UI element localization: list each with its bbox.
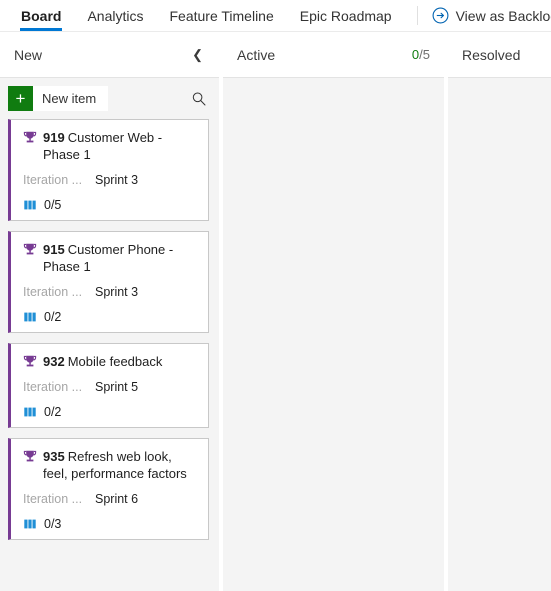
trophy-icon xyxy=(23,242,37,256)
card-title-row: 932 Mobile feedback xyxy=(23,353,198,370)
column-body-active[interactable] xyxy=(223,77,444,591)
column-title-active: Active xyxy=(237,46,276,63)
card-meta-value: Sprint 6 xyxy=(95,492,139,506)
tab-epic-roadmap-label: Epic Roadmap xyxy=(299,7,392,24)
story-book-icon xyxy=(23,198,37,212)
card-title-row: 919 Customer Web - Phase 1 xyxy=(23,129,198,163)
card-title-row: 935 Refresh web look, feel, performance f… xyxy=(23,448,198,482)
card-meta-row: Iteration ... Sprint 5 xyxy=(23,380,198,394)
column-body-new: + New item 919 Customer Web - Phase 1 It… xyxy=(0,77,219,591)
card-id: 919 xyxy=(43,130,65,145)
card-text: 932 Mobile feedback xyxy=(43,353,162,370)
tab-board[interactable]: Board xyxy=(8,0,74,31)
card-meta-row: Iteration ... Sprint 3 xyxy=(23,285,198,299)
card-footer: 0/5 xyxy=(23,198,198,212)
top-tab-bar: Board Analytics Feature Timeline Epic Ro… xyxy=(0,0,551,32)
card-text: 915 Customer Phone - Phase 1 xyxy=(43,241,198,275)
card-title: Mobile feedback xyxy=(67,354,163,369)
card-id: 915 xyxy=(43,242,65,257)
view-as-backlog-label: View as Backlog xyxy=(455,7,551,24)
column-wip-limit: /5 xyxy=(419,47,430,62)
card-meta-label: Iteration ... xyxy=(23,380,83,394)
column-wip-count: 0/5 xyxy=(412,47,430,62)
new-item-button[interactable]: + New item xyxy=(8,86,109,111)
card-meta-value: Sprint 3 xyxy=(95,173,139,187)
card-text: 919 Customer Web - Phase 1 xyxy=(43,129,198,163)
card-meta-value: Sprint 5 xyxy=(95,380,139,394)
board-card[interactable]: 932 Mobile feedback Iteration ... Sprint … xyxy=(8,343,209,428)
card-id: 932 xyxy=(43,354,65,369)
card-meta-label: Iteration ... xyxy=(23,285,83,299)
board-column-resolved: Resolved xyxy=(448,32,551,591)
tab-board-label: Board xyxy=(21,7,62,24)
card-child-count: 0/2 xyxy=(44,310,62,324)
view-as-backlog-button[interactable]: View as Backlog xyxy=(432,0,551,31)
story-book-icon xyxy=(23,310,37,324)
card-meta-row: Iteration ... Sprint 6 xyxy=(23,492,198,506)
tab-feature-timeline[interactable]: Feature Timeline xyxy=(156,0,286,31)
card-meta-row: Iteration ... Sprint 3 xyxy=(23,173,198,187)
card-id: 935 xyxy=(43,449,65,464)
trophy-icon xyxy=(23,130,37,144)
card-text: 935 Refresh web look, feel, performance f… xyxy=(43,448,198,482)
card-footer: 0/2 xyxy=(23,310,198,324)
card-child-count: 0/2 xyxy=(44,405,62,419)
board-card[interactable]: 935 Refresh web look, feel, performance f… xyxy=(8,438,209,540)
trophy-icon xyxy=(23,354,37,368)
kanban-board: New ❮ + New item 919 Customer Web - Phas… xyxy=(0,32,551,591)
column-body-resolved[interactable] xyxy=(448,77,551,591)
tab-analytics-label: Analytics xyxy=(87,7,144,24)
column-title-new: New xyxy=(14,46,43,63)
tab-analytics[interactable]: Analytics xyxy=(74,0,156,31)
board-card[interactable]: 915 Customer Phone - Phase 1 Iteration ..… xyxy=(8,231,209,333)
board-card[interactable]: 919 Customer Web - Phase 1 Iteration ... … xyxy=(8,119,209,221)
toolbar-divider xyxy=(416,6,418,25)
card-meta-label: Iteration ... xyxy=(23,173,83,187)
card-footer: 0/3 xyxy=(23,517,198,531)
story-book-icon xyxy=(23,517,37,531)
column-title-resolved: Resolved xyxy=(462,46,521,63)
search-icon[interactable] xyxy=(191,91,207,107)
board-column-new: New ❮ + New item 919 Customer Web - Phas… xyxy=(0,32,219,591)
column-header-new: New ❮ xyxy=(0,32,219,77)
trophy-icon xyxy=(23,449,37,463)
card-meta-value: Sprint 3 xyxy=(95,285,139,299)
card-footer: 0/2 xyxy=(23,405,198,419)
card-child-count: 0/3 xyxy=(44,517,62,531)
story-book-icon xyxy=(23,405,37,419)
new-column-toolbar: + New item xyxy=(0,78,219,119)
column-header-active: Active 0/5 xyxy=(223,32,444,77)
new-item-label: New item xyxy=(42,91,97,106)
card-meta-label: Iteration ... xyxy=(23,492,83,506)
card-child-count: 0/5 xyxy=(44,198,62,212)
card-list-new: 919 Customer Web - Phase 1 Iteration ... … xyxy=(0,119,219,540)
card-title-row: 915 Customer Phone - Phase 1 xyxy=(23,241,198,275)
column-header-resolved: Resolved xyxy=(448,32,551,77)
tab-feature-timeline-label: Feature Timeline xyxy=(169,7,274,24)
plus-icon: + xyxy=(8,86,33,111)
tab-epic-roadmap[interactable]: Epic Roadmap xyxy=(287,0,405,31)
board-column-active: Active 0/5 xyxy=(223,32,444,591)
arrow-circle-right-icon xyxy=(432,7,449,24)
chevron-left-icon[interactable]: ❮ xyxy=(186,46,205,63)
